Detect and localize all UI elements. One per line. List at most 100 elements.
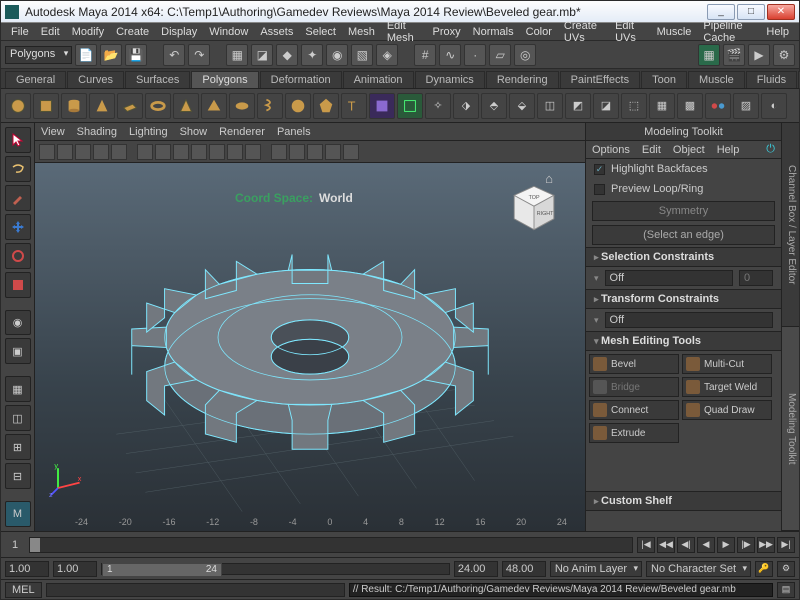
new-scene-icon[interactable]: 📄 [75,44,97,66]
menu-item[interactable]: Pipeline Cache [697,20,760,44]
targetweld-tool-button[interactable]: Target Weld [682,377,772,397]
character-set-dropdown[interactable]: No Character Set [646,561,751,577]
menu-item[interactable]: Normals [467,26,520,38]
cylinder-icon[interactable] [61,93,87,119]
torus-icon[interactable] [145,93,171,119]
undo-icon[interactable]: ↶ [163,44,185,66]
script-language-dropdown[interactable]: MEL [5,582,42,598]
script-editor-icon[interactable]: ▤ [777,582,795,598]
quaddraw-tool-button[interactable]: Quad Draw [682,400,772,420]
select-mask-icon[interactable]: ▧ [351,44,373,66]
time-track[interactable] [29,537,633,553]
extrude-tool-button[interactable]: Extrude [589,423,679,443]
panel-menu[interactable]: Panels [277,126,311,138]
section-custom-shelf[interactable]: Custom Shelf [586,491,781,511]
power-icon[interactable]: ⏻ [766,143,775,156]
range-end-outer[interactable]: 48.00 [502,561,546,577]
selection-icon[interactable] [397,93,423,119]
scale-tool-icon[interactable] [5,272,31,298]
goto-end-icon[interactable]: ▶| [777,537,795,553]
tool-icon[interactable]: ⬚ [621,93,647,119]
range-thumb[interactable]: 124 [102,563,222,577]
prev-key-icon[interactable]: ◀| [677,537,695,553]
shelf-tab[interactable]: Dynamics [415,71,485,88]
menu-item[interactable]: Help [760,26,795,38]
toolkit-menu[interactable]: Edit [642,144,661,156]
menu-item[interactable]: Muscle [651,26,698,38]
shelf-tab[interactable]: Polygons [191,71,258,88]
type-icon[interactable]: T [341,93,367,119]
auto-key-icon[interactable]: 🔑 [755,561,773,577]
tool-icon[interactable]: ▦ [649,93,675,119]
chevron-down-icon[interactable]: ▾ [594,315,599,326]
chevron-down-icon[interactable]: ▾ [594,273,599,284]
side-tab-channel-box[interactable]: Channel Box / Layer Editor [782,123,799,327]
gear-mesh[interactable] [35,163,585,531]
layout-icon[interactable]: ⊞ [5,434,31,460]
modeling-toolkit-toggle-icon[interactable]: ▦ [698,44,720,66]
panel-tool-icon[interactable] [343,144,359,160]
pipe-icon[interactable] [229,93,255,119]
select-mask-icon[interactable]: ◪ [251,44,273,66]
panel-tool-icon[interactable] [325,144,341,160]
highlight-backfaces-checkbox[interactable]: ✓ [594,164,605,175]
play-forward-icon[interactable]: ▶ [717,537,735,553]
section-mesh-editing[interactable]: Mesh Editing Tools [586,331,781,351]
panel-tool-icon[interactable] [155,144,171,160]
toolkit-menu[interactable]: Object [673,144,705,156]
panel-menu[interactable]: Show [180,126,208,138]
tool-icon[interactable] [705,93,731,119]
viewport[interactable]: ⌂ TOP RIGHT Coord Space:World [35,163,585,531]
range-track[interactable]: 124 [101,563,450,575]
render-settings-icon[interactable]: ⚙ [773,44,795,66]
next-key-icon[interactable]: |▶ [737,537,755,553]
bevel-tool-button[interactable]: Bevel [589,354,679,374]
menu-item[interactable]: Select [299,26,342,38]
platonic-icon[interactable] [313,93,339,119]
panel-tool-icon[interactable] [173,144,189,160]
select-mask-icon[interactable]: ◈ [376,44,398,66]
shelf-tab[interactable]: Toon [641,71,687,88]
select-tool-icon[interactable] [5,127,31,153]
menu-item[interactable]: File [5,26,35,38]
side-tab-modeling-toolkit[interactable]: Modeling Toolkit [782,327,799,531]
tool-icon[interactable]: ⬗ [453,93,479,119]
snap-grid-icon[interactable]: # [414,44,436,66]
tool-icon[interactable]: ◪ [593,93,619,119]
select-mask-icon[interactable]: ✦ [301,44,323,66]
panel-menu[interactable]: Renderer [219,126,265,138]
maximize-button[interactable]: □ [737,4,765,20]
shelf-tab[interactable]: Curves [67,71,124,88]
menu-item[interactable]: Edit Mesh [381,20,427,44]
move-tool-icon[interactable] [5,214,31,240]
tool-icon[interactable]: ◫ [537,93,563,119]
lasso-tool-icon[interactable] [5,156,31,182]
step-back-icon[interactable]: ◀◀ [657,537,675,553]
cube-icon[interactable] [33,93,59,119]
current-frame[interactable]: 1 [5,539,25,551]
play-back-icon[interactable]: ◀ [697,537,715,553]
shelf-tab[interactable]: Fluids [746,71,797,88]
pyramid-icon[interactable] [201,93,227,119]
menu-item[interactable]: Modify [66,26,110,38]
shelf-tab[interactable]: General [5,71,66,88]
bridge-tool-button[interactable]: Bridge [589,377,679,397]
paint-tool-icon[interactable] [5,185,31,211]
shelf-tab[interactable]: Surfaces [125,71,190,88]
snap-live-icon[interactable]: ◎ [514,44,536,66]
menu-item[interactable]: Mesh [342,26,381,38]
panel-tool-icon[interactable] [307,144,323,160]
toolkit-menu[interactable]: Help [717,144,740,156]
maya-icon[interactable]: M [5,501,31,527]
last-tool-icon[interactable]: ▣ [5,338,31,364]
snap-point-icon[interactable]: · [464,44,486,66]
anim-layer-dropdown[interactable]: No Anim Layer [550,561,642,577]
connect-tool-button[interactable]: Connect [589,400,679,420]
ipr-icon[interactable]: ▶ [748,44,770,66]
soft-select-icon[interactable]: ◉ [5,310,31,336]
menu-item[interactable]: Display [155,26,203,38]
panel-menu[interactable]: Lighting [129,126,168,138]
tool-icon[interactable]: ◩ [565,93,591,119]
goto-start-icon[interactable]: |◀ [637,537,655,553]
selection-angle-field[interactable]: 0 [739,270,773,286]
